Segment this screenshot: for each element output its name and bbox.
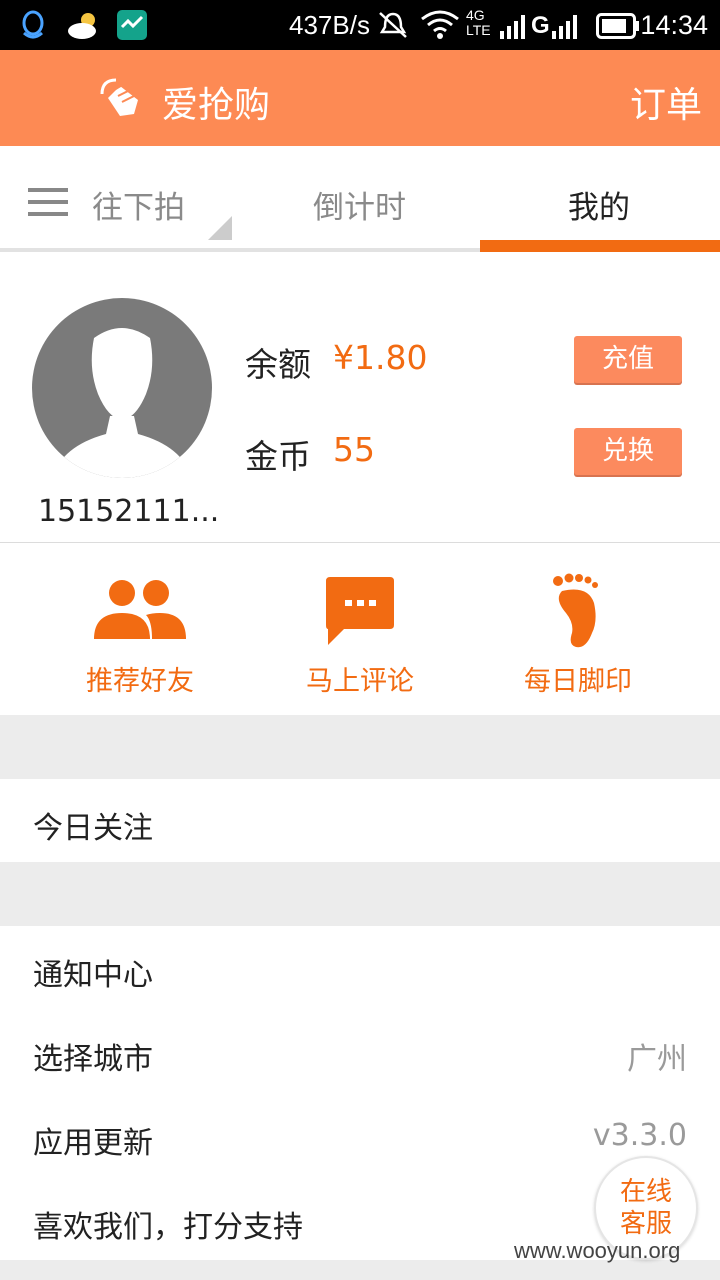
today-focus-label: 今日关注 <box>33 811 153 846</box>
app-title: 爱抢购 <box>162 85 271 126</box>
comment-now-label: 马上评论 <box>306 666 414 697</box>
recharge-button[interactable]: 充值 <box>574 336 682 383</box>
comment-icon <box>326 577 394 645</box>
select-city-label: 选择城市 <box>33 1042 153 1077</box>
qq-icon <box>22 10 44 39</box>
hand-clap-icon <box>100 78 138 116</box>
app-version: v3.3.0 <box>592 1118 687 1153</box>
weather-icon <box>68 13 96 39</box>
network-speed: 437B/s <box>289 10 370 40</box>
friends-icon <box>94 580 186 639</box>
tab-mine[interactable]: 我的 <box>568 182 630 227</box>
signal-2-icon <box>552 15 577 39</box>
balance-label: 余额 <box>245 345 311 384</box>
comment-now-button[interactable]: 马上评论 <box>240 543 480 715</box>
orders-button[interactable]: 订单 <box>630 76 702 128</box>
battery-icon <box>596 13 639 39</box>
cs-line2: 客服 <box>619 1209 672 1239</box>
tab-countdown[interactable]: 倒计时 <box>313 182 406 227</box>
recommend-friends-label: 推荐好友 <box>86 666 194 697</box>
daily-footprint-label: 每日脚印 <box>524 666 632 697</box>
balance-value: ¥1.80 <box>333 338 428 377</box>
recommend-friends-button[interactable]: 推荐好友 <box>20 543 260 715</box>
app-bar: 爱抢购 订单 <box>0 50 720 146</box>
action-shortcuts: 推荐好友 马上评论 每日脚印 <box>0 543 720 715</box>
status-bar: 437B/s 4G LTE G 14:34 <box>0 0 720 50</box>
notification-center-row[interactable]: 通知中心 <box>0 926 720 1010</box>
network-type: 4G LTE <box>466 7 491 38</box>
active-tab-indicator <box>480 240 720 252</box>
menu-icon[interactable] <box>28 188 68 224</box>
app-icon <box>117 10 147 40</box>
mute-icon <box>379 12 407 38</box>
watermark: www.wooyun.org <box>514 1238 681 1263</box>
select-city-row[interactable]: 选择城市 广州 <box>0 1010 720 1094</box>
avatar[interactable] <box>32 298 212 478</box>
footprint-icon <box>553 573 598 648</box>
wifi-icon <box>421 10 459 39</box>
today-focus-row[interactable]: 今日关注 <box>0 779 720 862</box>
user-silhouette-icon <box>52 328 192 478</box>
cs-line1: 在线 <box>619 1177 672 1207</box>
coins-value: 55 <box>333 430 375 469</box>
dropdown-corner-icon[interactable] <box>208 216 232 240</box>
notification-center-label: 通知中心 <box>33 958 153 993</box>
signal-icon <box>500 15 525 39</box>
app-update-row[interactable]: 应用更新 v3.3.0 <box>0 1094 720 1178</box>
profile-card: 15152111... 余额 ¥1.80 充值 金币 55 兑换 <box>0 254 720 543</box>
clock: 14:34 <box>640 10 708 40</box>
daily-footprint-button[interactable]: 每日脚印 <box>458 543 698 715</box>
username: 15152111... <box>38 494 220 529</box>
coins-label: 金币 <box>245 437 311 476</box>
exchange-button[interactable]: 兑换 <box>574 428 682 475</box>
sim2-network-type: G <box>531 12 550 39</box>
rate-us-label: 喜欢我们，打分支持 <box>33 1210 303 1245</box>
current-city: 广州 <box>627 1042 687 1077</box>
app-update-label: 应用更新 <box>33 1126 153 1161</box>
tab-bar: 往下拍 倒计时 我的 <box>0 146 720 254</box>
tab-auction[interactable]: 往下拍 <box>92 182 185 227</box>
